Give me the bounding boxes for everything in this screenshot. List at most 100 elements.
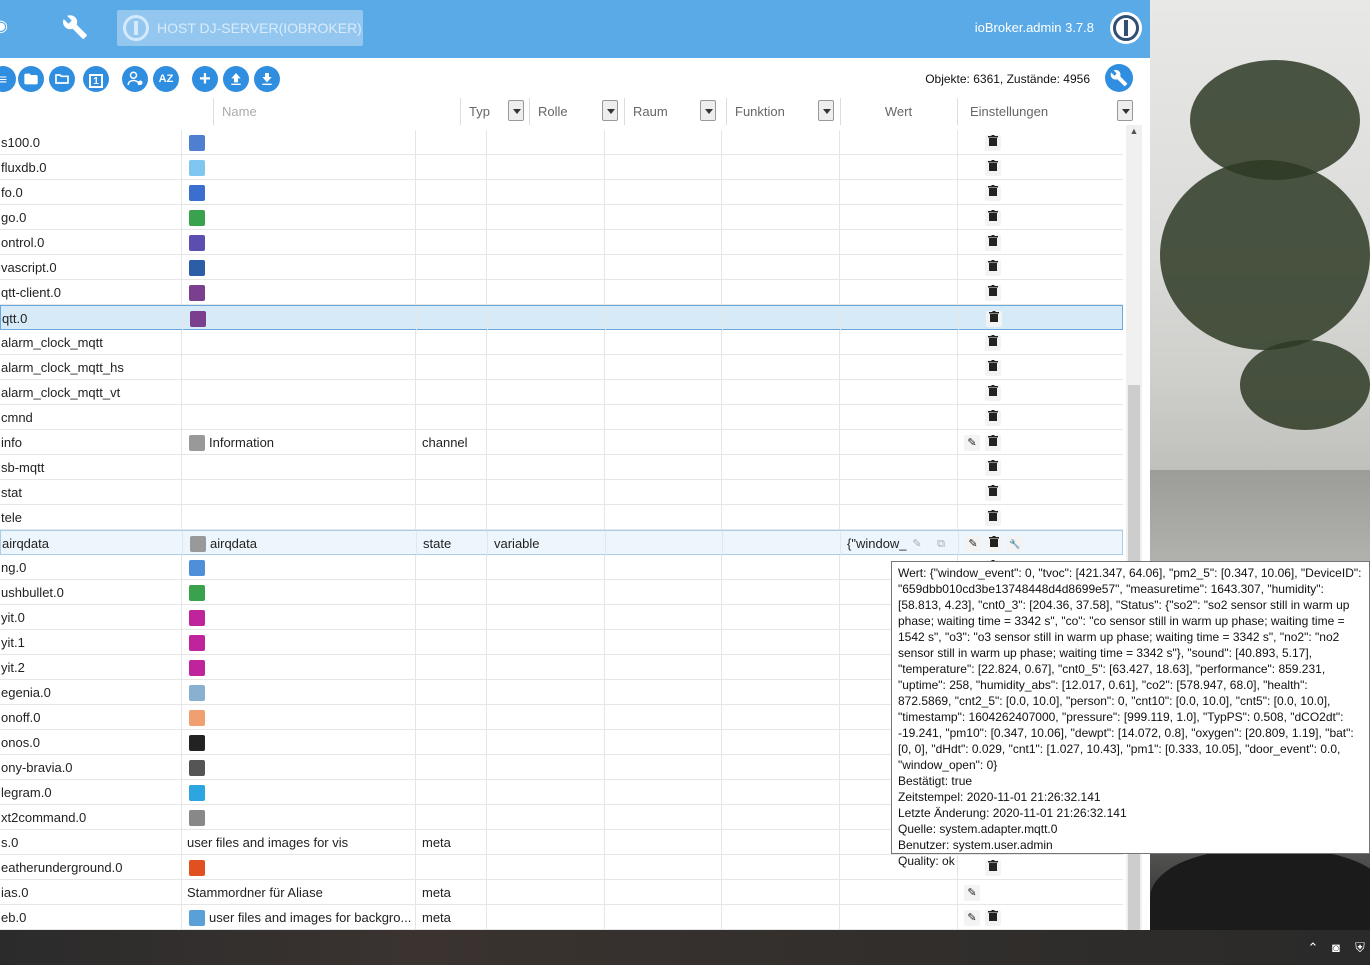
delete-icon[interactable] — [985, 385, 1001, 401]
table-row[interactable]: alarm_clock_mqtt_hs — [0, 355, 1123, 380]
table-row[interactable]: alarm_clock_mqtt — [0, 330, 1123, 355]
delete-icon[interactable] — [986, 311, 1002, 327]
object-type — [415, 180, 486, 205]
rolle-filter[interactable]: Rolle — [529, 98, 622, 125]
delete-icon[interactable] — [985, 135, 1001, 151]
object-type — [415, 805, 486, 830]
chevron-down-icon[interactable] — [700, 100, 716, 121]
number-one-icon[interactable]: 1 — [83, 66, 109, 92]
einstellungen-filter[interactable]: Einstellungen — [957, 98, 1137, 125]
delete-icon[interactable] — [985, 335, 1001, 351]
shield-icon[interactable]: ⛨ — [1352, 940, 1368, 956]
chevron-down-icon[interactable] — [1117, 100, 1133, 121]
object-type — [415, 630, 486, 655]
table-row[interactable]: qtt-client.0 — [0, 280, 1123, 305]
delete-icon[interactable] — [985, 235, 1001, 251]
table-row[interactable]: eb.0 user files and images for backgro...… — [0, 905, 1123, 930]
delete-icon[interactable] — [985, 460, 1001, 476]
funktion-filter[interactable]: Funktion — [726, 98, 838, 125]
object-id: yit.0 — [0, 605, 181, 630]
value-tooltip: Wert: {"window_event": 0, "tvoc": [421.3… — [891, 561, 1370, 868]
object-id-text: yit.1 — [1, 635, 25, 650]
object-type — [415, 655, 486, 680]
table-row[interactable]: go.0 — [0, 205, 1123, 230]
delete-icon[interactable] — [985, 910, 1001, 926]
chevron-up-icon[interactable]: ⌃ — [1305, 940, 1321, 956]
object-function — [721, 805, 839, 830]
object-value[interactable]: {"window_ ✎ ⧉ — [840, 531, 958, 556]
delete-icon[interactable] — [985, 260, 1001, 276]
object-type: meta — [415, 905, 486, 930]
object-room — [604, 405, 721, 430]
table-row[interactable]: airqdata airqdata state variable {"window_ ✎ ⧉… — [0, 530, 1123, 556]
table-row[interactable]: cmnd — [0, 405, 1123, 430]
download-icon[interactable] — [254, 66, 280, 92]
iobroker-logo-icon[interactable] — [1110, 12, 1142, 44]
raum-filter[interactable]: Raum — [624, 98, 720, 125]
delete-icon[interactable] — [985, 435, 1001, 451]
expert-mode-icon[interactable] — [122, 66, 148, 92]
folder-open-icon[interactable] — [49, 66, 75, 92]
list-icon[interactable]: ≡ — [0, 66, 16, 92]
object-type-text: state — [423, 536, 452, 551]
add-icon[interactable]: + — [192, 66, 218, 92]
table-row[interactable]: s100.0 — [0, 130, 1123, 155]
object-room — [604, 730, 721, 755]
delete-icon[interactable] — [985, 410, 1001, 426]
table-row[interactable]: fluxdb.0 — [0, 155, 1123, 180]
table-row[interactable]: qtt.0 — [0, 305, 1123, 331]
sort-az-icon[interactable]: AZ — [153, 66, 179, 92]
folder-icon[interactable] — [18, 66, 44, 92]
scroll-up-icon[interactable]: ▲ — [1128, 126, 1140, 138]
edit-icon[interactable]: ✎ — [965, 536, 981, 552]
table-row[interactable]: alarm_clock_mqtt_vt — [0, 380, 1123, 405]
chevron-down-icon[interactable] — [508, 100, 524, 121]
object-value — [839, 905, 957, 930]
table-row[interactable]: vascript.0 — [0, 255, 1123, 280]
table-row[interactable]: tele — [0, 505, 1123, 530]
delete-icon[interactable] — [985, 285, 1001, 301]
delete-icon[interactable] — [985, 160, 1001, 176]
name-filter-input[interactable]: Name — [213, 98, 460, 125]
object-id-text: sb-mqtt — [1, 460, 45, 475]
chevron-down-icon[interactable] — [602, 100, 618, 121]
table-row[interactable]: ias.0 Stammordner für Aliase meta ✎ — [0, 880, 1123, 905]
table-row[interactable]: fo.0 — [0, 180, 1123, 205]
eye-icon[interactable]: ◉ — [0, 19, 8, 35]
host-selector[interactable]: HOST DJ-SERVER(IOBROKER) — [117, 10, 363, 46]
delete-icon[interactable] — [985, 360, 1001, 376]
object-type — [415, 680, 486, 705]
delete-icon[interactable] — [985, 185, 1001, 201]
tooltip-quelle: Quelle: system.adapter.mqtt.0 — [898, 822, 1058, 836]
delete-icon[interactable] — [986, 536, 1002, 552]
table-row[interactable]: ontrol.0 — [0, 230, 1123, 255]
edit-icon[interactable]: ✎ — [964, 435, 980, 451]
delete-icon[interactable] — [985, 210, 1001, 226]
table-row[interactable]: stat — [0, 480, 1123, 505]
object-stats: Objekte: 6361, Zustände: 4956 — [925, 72, 1090, 86]
delete-icon[interactable] — [985, 485, 1001, 501]
edit-icon[interactable]: ✎ — [964, 910, 980, 926]
edit-value-icon[interactable]: ✎ — [909, 536, 925, 552]
object-id: alarm_clock_mqtt_hs — [0, 355, 181, 380]
object-role — [486, 555, 604, 580]
chevron-down-icon[interactable] — [818, 100, 834, 121]
wrench-icon[interactable]: 🔧 — [1007, 536, 1023, 552]
table-row[interactable]: sb-mqtt — [0, 455, 1123, 480]
typ-filter[interactable]: Typ — [460, 98, 528, 125]
object-id: egenia.0 — [0, 680, 181, 705]
edit-icon[interactable]: ✎ — [964, 885, 980, 901]
object-value — [839, 480, 957, 505]
settings-button[interactable] — [1105, 64, 1133, 92]
object-type — [415, 455, 486, 480]
upload-icon[interactable] — [223, 66, 249, 92]
wrench-icon[interactable] — [62, 14, 88, 40]
object-name — [181, 630, 415, 655]
object-name — [181, 580, 415, 605]
delete-icon[interactable] — [985, 510, 1001, 526]
table-row[interactable]: info Information channel ✎ — [0, 430, 1123, 455]
copy-icon[interactable]: ⧉ — [933, 536, 949, 552]
object-id-text: eatherunderground.0 — [1, 860, 123, 875]
object-function — [721, 155, 839, 180]
discord-icon[interactable]: ◙ — [1328, 940, 1344, 956]
